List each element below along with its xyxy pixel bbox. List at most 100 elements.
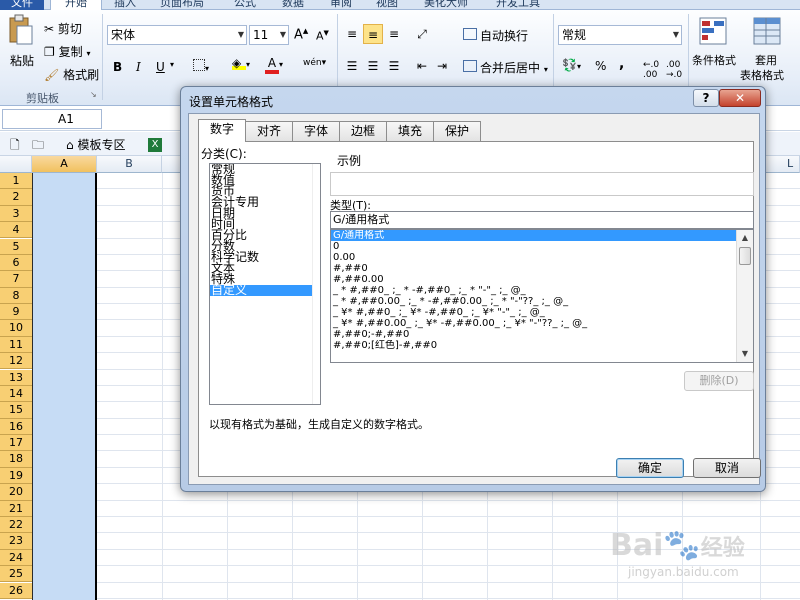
new-document-icon[interactable]: 🗋 bbox=[10, 136, 20, 157]
row-header[interactable]: 20 bbox=[0, 484, 32, 501]
row-header[interactable]: 4 bbox=[0, 222, 32, 239]
tab-font[interactable]: 字体 bbox=[292, 121, 340, 141]
row-header[interactable]: 2 bbox=[0, 189, 32, 206]
row-header[interactable]: 14 bbox=[0, 385, 32, 403]
close-button[interactable]: ✕ bbox=[719, 89, 761, 107]
tab-fill[interactable]: 填充 bbox=[386, 121, 434, 141]
orientation-icon[interactable]: ⤢ bbox=[412, 24, 432, 44]
row-header[interactable]: 8 bbox=[0, 287, 32, 304]
row-header[interactable]: 10 bbox=[0, 320, 32, 337]
scroll-up-icon[interactable]: ▲ bbox=[737, 230, 753, 246]
tab-developer[interactable]: 开发工具 bbox=[496, 0, 540, 10]
tab-protection[interactable]: 保护 bbox=[433, 121, 481, 141]
row-header[interactable]: 3 bbox=[0, 205, 32, 223]
excel-file-icon[interactable]: X bbox=[148, 136, 162, 152]
category-item[interactable]: 自定义 bbox=[210, 284, 320, 296]
tab-alignment[interactable]: 对齐 bbox=[245, 121, 293, 141]
format-code-item[interactable]: _ ¥* #,##0.00_ ;_ ¥* -#,##0.00_ ;_ ¥* "-… bbox=[331, 318, 736, 329]
help-button[interactable]: ? bbox=[693, 89, 719, 107]
conditional-format-button[interactable] bbox=[698, 16, 728, 46]
comma-button[interactable]: , bbox=[619, 56, 624, 72]
wrap-text-button[interactable]: 自动换行 bbox=[463, 27, 528, 44]
row-header[interactable]: 5 bbox=[0, 238, 32, 255]
underline-button[interactable]: U bbox=[156, 60, 165, 74]
align-bottom-icon[interactable]: ≡ bbox=[384, 24, 404, 44]
row-header[interactable]: 1 bbox=[0, 173, 32, 190]
name-box[interactable]: A1 bbox=[2, 109, 102, 129]
tab-data[interactable]: 数据 bbox=[282, 0, 304, 10]
format-painter-button[interactable]: 🖌 格式刷 bbox=[44, 66, 99, 83]
selected-column-a[interactable] bbox=[32, 173, 97, 600]
cut-button[interactable]: ✂ 剪切 bbox=[44, 20, 82, 37]
align-center-icon[interactable]: ☰ bbox=[363, 56, 383, 76]
tab-review[interactable]: 审阅 bbox=[330, 0, 352, 10]
row-header[interactable]: 23 bbox=[0, 533, 32, 550]
shrink-font-button[interactable]: A▼ bbox=[316, 29, 329, 43]
row-header[interactable]: 11 bbox=[0, 336, 32, 354]
copy-button[interactable]: ❐ 复制 ▾ bbox=[44, 43, 90, 60]
format-code-item[interactable]: #,##0 bbox=[331, 263, 736, 274]
row-header[interactable]: 25 bbox=[0, 566, 32, 583]
bold-button[interactable]: B bbox=[113, 60, 122, 74]
format-list-scrollbar[interactable]: ▲ ▼ bbox=[736, 230, 753, 362]
grow-font-button[interactable]: A▲ bbox=[294, 27, 308, 42]
format-code-item[interactable]: #,##0;[红色]-#,##0 bbox=[331, 340, 736, 351]
row-header[interactable]: 16 bbox=[0, 418, 32, 435]
tab-beautify[interactable]: 美化大师 bbox=[424, 0, 468, 10]
percent-button[interactable]: % bbox=[595, 59, 606, 73]
row-header[interactable]: 9 bbox=[0, 304, 32, 321]
format-code-item[interactable]: 0.00 bbox=[331, 252, 736, 263]
tab-insert[interactable]: 插入 bbox=[114, 0, 136, 10]
tab-border[interactable]: 边框 bbox=[339, 121, 387, 141]
format-as-table-button[interactable] bbox=[752, 16, 782, 46]
category-list[interactable]: 常规 数值 货币 会计专用 日期 时间 百分比 分数 科学记数 文本 特殊 自定义 bbox=[209, 163, 321, 405]
row-header[interactable]: 15 bbox=[0, 402, 32, 419]
row-header[interactable]: 6 bbox=[0, 254, 32, 272]
row-header[interactable]: 17 bbox=[0, 435, 32, 452]
border-button[interactable]: ▾ bbox=[193, 59, 209, 74]
row-header[interactable]: 24 bbox=[0, 549, 32, 567]
font-size-combo[interactable]: 11 ▼ bbox=[249, 25, 289, 45]
row-header[interactable]: 18 bbox=[0, 451, 32, 468]
tab-number[interactable]: 数字 bbox=[198, 119, 246, 142]
category-scrollbar[interactable] bbox=[312, 164, 320, 404]
align-top-icon[interactable]: ≡ bbox=[342, 24, 362, 44]
tab-file[interactable]: 文件 bbox=[0, 0, 44, 10]
ok-button[interactable]: 确定 bbox=[616, 458, 684, 478]
font-name-combo[interactable]: 宋体 ▼ bbox=[107, 25, 247, 45]
row-header[interactable]: 12 bbox=[0, 353, 32, 370]
tab-view[interactable]: 视图 bbox=[376, 0, 398, 10]
row-header[interactable]: 22 bbox=[0, 516, 32, 534]
scroll-down-icon[interactable]: ▼ bbox=[737, 346, 753, 362]
type-input[interactable]: G/通用格式 bbox=[330, 211, 754, 229]
paste-button[interactable] bbox=[8, 14, 34, 46]
decrease-decimal-icon[interactable]: .00 →.0 bbox=[666, 60, 682, 80]
fill-color-button[interactable]: ◈ ▾ bbox=[232, 56, 250, 70]
align-right-icon[interactable]: ☰ bbox=[384, 56, 404, 76]
format-code-item[interactable]: #,##0;-#,##0 bbox=[331, 329, 736, 340]
underline-dropdown[interactable]: ▾ bbox=[170, 60, 174, 69]
phonetic-icon[interactable]: wén▾ bbox=[303, 58, 326, 68]
merge-center-button[interactable]: 合并后居中 ▾ bbox=[463, 59, 548, 76]
accounting-format-button[interactable]: 💱▾ bbox=[562, 58, 581, 72]
italic-button[interactable]: I bbox=[136, 60, 141, 74]
column-header-b[interactable]: B bbox=[97, 156, 162, 173]
tab-home[interactable]: 开始 bbox=[50, 0, 102, 10]
increase-indent-icon[interactable]: ⇥ bbox=[432, 56, 452, 76]
row-header[interactable]: 13 bbox=[0, 369, 32, 386]
column-header-l[interactable]: L bbox=[762, 156, 800, 173]
tab-formulas[interactable]: 公式 bbox=[234, 0, 256, 10]
format-code-item[interactable]: G/通用格式 bbox=[331, 230, 736, 241]
clipboard-launcher-icon[interactable]: ↘ bbox=[90, 90, 97, 99]
format-code-item[interactable]: #,##0.00 bbox=[331, 274, 736, 285]
cancel-button[interactable]: 取消 bbox=[693, 458, 761, 478]
align-middle-icon[interactable]: ≡ bbox=[363, 24, 383, 44]
delete-button[interactable]: 删除(D) bbox=[684, 371, 754, 391]
row-header[interactable]: 19 bbox=[0, 467, 32, 485]
format-code-item[interactable]: 0 bbox=[331, 241, 736, 252]
row-header[interactable]: 26 bbox=[0, 582, 32, 599]
scroll-thumb[interactable] bbox=[739, 247, 751, 265]
select-all-corner[interactable] bbox=[0, 156, 32, 173]
template-tab[interactable]: ⌂ 模板专区 bbox=[66, 136, 125, 153]
row-header[interactable]: 7 bbox=[0, 271, 32, 288]
